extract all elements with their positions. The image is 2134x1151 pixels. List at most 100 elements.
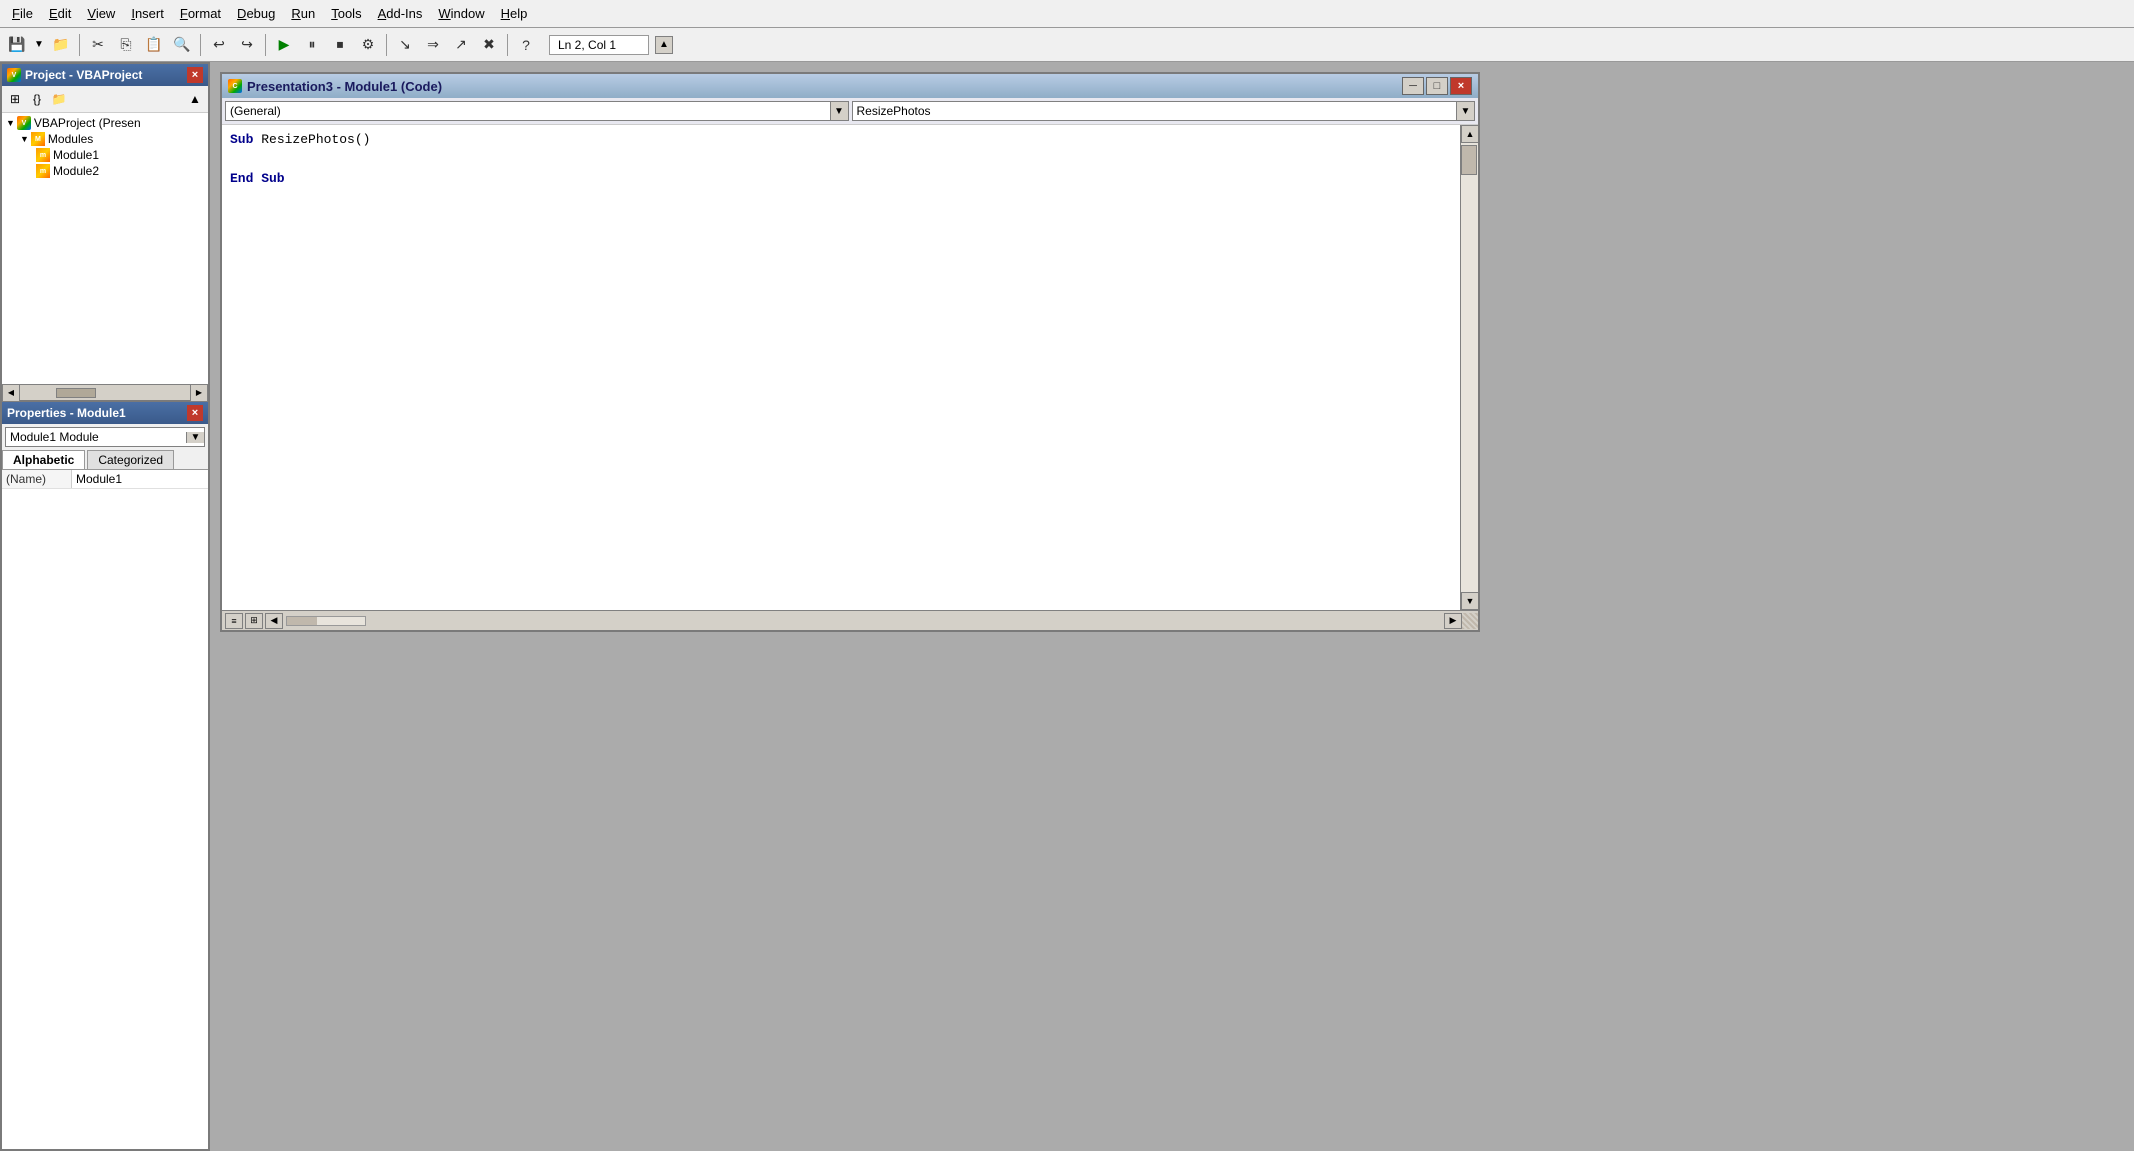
tree-item-module1[interactable]: m Module1 xyxy=(4,147,206,163)
properties-titlebar: Properties - Module1 × xyxy=(2,402,208,424)
vscroll-up-button[interactable]: ▲ xyxy=(1461,125,1478,143)
step-out-button[interactable]: ↗ xyxy=(448,32,474,58)
hscroll-left[interactable]: ◀ xyxy=(2,384,20,402)
code-right-dropdown[interactable]: ResizePhotos ▼ xyxy=(852,101,1476,121)
cursor-position: Ln 2, Col 1 xyxy=(549,35,649,55)
help-button[interactable]: ? xyxy=(513,32,539,58)
scroll-up-btn[interactable]: ▲ xyxy=(655,36,673,54)
menu-edit[interactable]: Edit xyxy=(41,4,79,23)
code-close-button[interactable]: × xyxy=(1450,77,1472,95)
save-button[interactable]: 💾 xyxy=(4,32,30,58)
properties-dropdown-container: Module1 Module ▼ xyxy=(5,427,205,447)
code-general-label: (General) xyxy=(226,102,830,120)
code-titlebar: C Presentation3 - Module1 (Code) ─ □ × xyxy=(222,74,1478,98)
paste-button[interactable]: 📋 xyxy=(141,32,167,58)
menu-help[interactable]: Help xyxy=(493,4,536,23)
code-line-3: End Sub xyxy=(230,169,1452,189)
hscroll-thumb[interactable] xyxy=(56,388,96,398)
menu-file[interactable]: File xyxy=(4,4,41,23)
modules-expand[interactable]: ▼ xyxy=(20,134,29,144)
project-panel: V Project - VBAProject × ⊞ {} 📁 ▲ ▼ V VB… xyxy=(0,62,210,402)
code-titlebar-buttons: ─ □ × xyxy=(1402,77,1472,95)
code-bottom-bar: ≡ ⊞ ◀ ▶ xyxy=(222,610,1478,630)
modules-icon: M xyxy=(31,132,45,146)
code-right-arrow[interactable]: ▼ xyxy=(1456,102,1474,120)
hscroll-right[interactable]: ▶ xyxy=(190,384,208,402)
find-button[interactable]: 🔍 xyxy=(169,32,195,58)
props-row-name: (Name) Module1 xyxy=(2,470,208,489)
menu-window[interactable]: Window xyxy=(430,4,492,23)
pause-button[interactable]: ⏸ xyxy=(299,32,325,58)
panel-scroll-up[interactable]: ▲ xyxy=(184,88,206,110)
properties-dropdown-arrow[interactable]: ▼ xyxy=(186,432,204,443)
view-code-button[interactable]: {} xyxy=(26,88,48,110)
menu-tools[interactable]: Tools xyxy=(323,4,369,23)
code-procedure-label: ResizePhotos xyxy=(853,102,1457,120)
menu-insert[interactable]: Insert xyxy=(123,4,172,23)
reset-button[interactable]: ✖ xyxy=(476,32,502,58)
view-proc-button[interactable]: ≡ xyxy=(225,613,243,629)
tree-item-root[interactable]: ▼ V VBAProject (Presen xyxy=(4,115,206,131)
code-window: C Presentation3 - Module1 (Code) ─ □ × (… xyxy=(220,72,1480,632)
hscroll-bar-track xyxy=(286,616,366,626)
save-dropdown[interactable]: ▼ xyxy=(32,32,46,58)
project-hscroll: ◀ ▶ xyxy=(2,384,208,400)
project-close-button[interactable]: × xyxy=(187,67,203,83)
tree-module2-label: Module2 xyxy=(53,164,99,178)
tree-module1-label: Module1 xyxy=(53,148,99,162)
step-in-button[interactable]: ↘ xyxy=(392,32,418,58)
code-left-arrow[interactable]: ▼ xyxy=(830,102,848,120)
open-button[interactable]: 📁 xyxy=(48,32,74,58)
menu-format[interactable]: Format xyxy=(172,4,229,23)
toolbar: 💾 ▼ 📁 ✂ ⎘ 📋 🔍 ↩ ↪ ▶ ⏸ ⏹ ⚙ ↘ ⇒ ↗ ✖ ? Ln 2… xyxy=(0,28,2134,62)
toolbar-sep-1 xyxy=(79,34,80,56)
tree-item-modules[interactable]: ▼ M Modules xyxy=(4,131,206,147)
run-button[interactable]: ▶ xyxy=(271,32,297,58)
props-key-name: (Name) xyxy=(2,470,72,488)
menu-run[interactable]: Run xyxy=(283,4,323,23)
cut-button[interactable]: ✂ xyxy=(85,32,111,58)
tree-item-module2[interactable]: m Module2 xyxy=(4,163,206,179)
hscroll-bar-thumb[interactable] xyxy=(287,617,317,625)
tab-categorized[interactable]: Categorized xyxy=(87,450,174,469)
tree-modules-label: Modules xyxy=(48,132,93,146)
root-icon: V xyxy=(17,116,31,130)
resize-grip[interactable] xyxy=(1462,613,1478,629)
hscroll-left-button[interactable]: ◀ xyxy=(265,613,283,629)
vscroll-down-button[interactable]: ▼ xyxy=(1461,592,1478,610)
code-left-dropdown[interactable]: (General) ▼ xyxy=(225,101,849,121)
toolbar-sep-5 xyxy=(507,34,508,56)
stop-button[interactable]: ⏹ xyxy=(327,32,353,58)
undo-button[interactable]: ↩ xyxy=(206,32,232,58)
code-minimize-button[interactable]: ─ xyxy=(1402,77,1424,95)
project-panel-toolbar: ⊞ {} 📁 ▲ xyxy=(2,86,208,113)
properties-close-button[interactable]: × xyxy=(187,405,203,421)
step-over-button[interactable]: ⇒ xyxy=(420,32,446,58)
code-editor[interactable]: Sub ResizePhotos() End Sub xyxy=(222,125,1460,610)
project-icon: V xyxy=(7,68,21,82)
code-window-title: Presentation3 - Module1 (Code) xyxy=(247,79,442,94)
hscroll-right-button[interactable]: ▶ xyxy=(1444,613,1462,629)
code-line-2 xyxy=(230,150,1452,170)
root-expand[interactable]: ▼ xyxy=(6,118,15,128)
props-val-name: Module1 xyxy=(72,470,208,488)
view-object-button[interactable]: ⊞ xyxy=(4,88,26,110)
view-module-button[interactable]: ⊞ xyxy=(245,613,263,629)
properties-table: (Name) Module1 xyxy=(2,470,208,1149)
copy-button[interactable]: ⎘ xyxy=(113,32,139,58)
code-dropdowns: (General) ▼ ResizePhotos ▼ xyxy=(222,98,1478,125)
menu-view[interactable]: View xyxy=(79,4,123,23)
toggle-bp-button[interactable]: ⚙ xyxy=(355,32,381,58)
properties-object-select[interactable]: Module1 Module xyxy=(6,428,186,446)
menu-bar: File Edit View Insert Format Debug Run T… xyxy=(0,0,2134,28)
tab-alphabetic[interactable]: Alphabetic xyxy=(2,450,85,469)
main-layout: V Project - VBAProject × ⊞ {} 📁 ▲ ▼ V VB… xyxy=(0,62,2134,1151)
left-panel: V Project - VBAProject × ⊞ {} 📁 ▲ ▼ V VB… xyxy=(0,62,210,1151)
code-line-1: Sub ResizePhotos() xyxy=(230,130,1452,150)
code-maximize-button[interactable]: □ xyxy=(1426,77,1448,95)
toggle-folders-button[interactable]: 📁 xyxy=(48,88,70,110)
vscroll-thumb[interactable] xyxy=(1461,145,1477,175)
redo-button[interactable]: ↪ xyxy=(234,32,260,58)
menu-addins[interactable]: Add-Ins xyxy=(370,4,431,23)
menu-debug[interactable]: Debug xyxy=(229,4,283,23)
